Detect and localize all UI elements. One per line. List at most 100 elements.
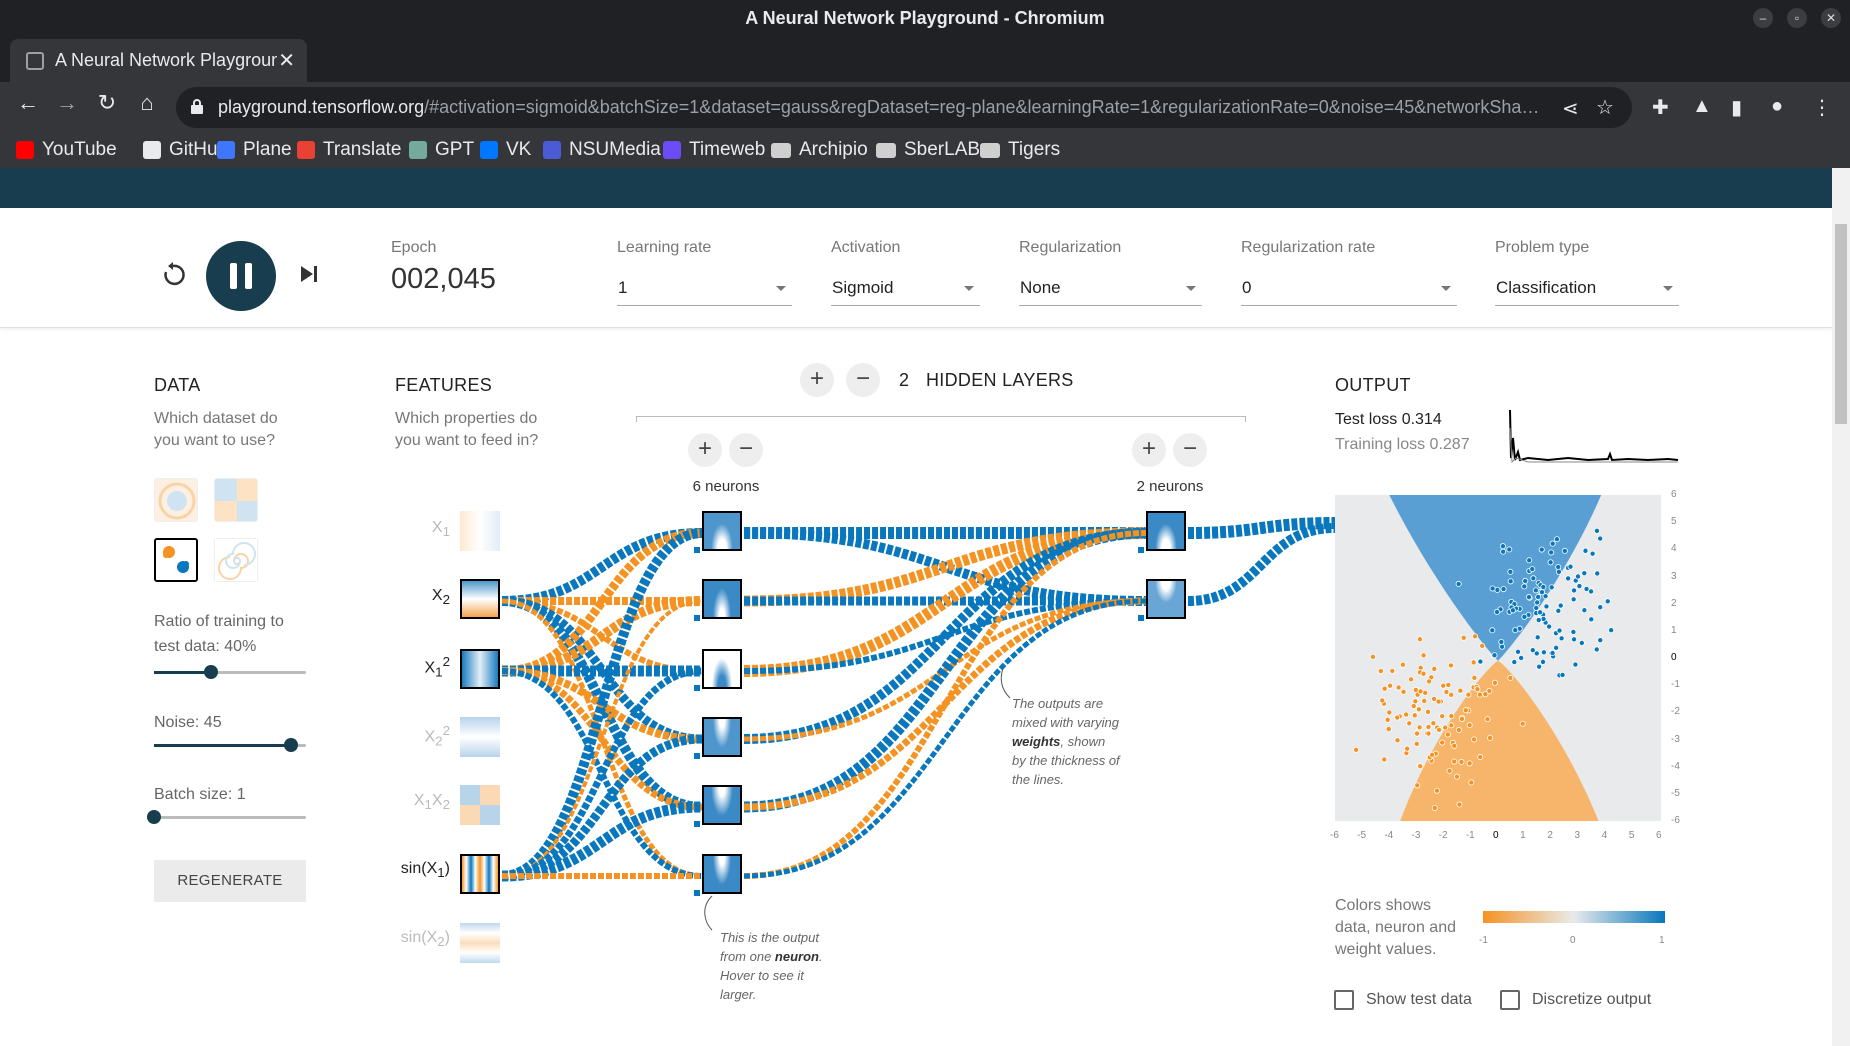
data-point-blue — [1597, 535, 1604, 542]
browser-tab[interactable]: A Neural Network Playground ✕ — [10, 39, 307, 82]
menu-kebab-icon[interactable]: ⋮ — [1812, 95, 1832, 120]
bias-marker — [1138, 547, 1144, 553]
remove-layer-button[interactable]: − — [846, 363, 880, 397]
maximize-icon[interactable]: ▫ — [1787, 8, 1807, 28]
data-point-orange — [1440, 682, 1447, 689]
page-scrollbar[interactable] — [1832, 168, 1850, 1046]
discretize-output-label: Discretize output — [1532, 991, 1652, 1008]
data-point-orange — [1462, 707, 1469, 714]
bookmark-star-icon[interactable]: ☆ — [1596, 95, 1614, 120]
data-point-blue — [1574, 573, 1581, 580]
neuron-1-4[interactable] — [702, 717, 742, 757]
y-tick-label: 1 — [1671, 624, 1677, 636]
gpt-icon — [409, 141, 427, 159]
neuron-1-5[interactable] — [702, 785, 742, 825]
bookmark-archipio[interactable]: Archipio — [771, 139, 868, 161]
data-point-blue — [1578, 639, 1585, 646]
data-point-blue — [1534, 634, 1541, 641]
labs-icon[interactable]: ▲ — [1692, 95, 1712, 118]
data-point-blue — [1507, 568, 1514, 575]
neuron-1-1[interactable] — [702, 511, 742, 551]
bookmark-plane[interactable]: Plane — [217, 139, 292, 161]
neuron-1-6[interactable] — [702, 854, 742, 894]
bias-marker — [694, 685, 700, 691]
checkbox-icon[interactable] — [1334, 990, 1354, 1010]
data-point-blue — [1581, 570, 1588, 577]
data-point-blue — [1581, 607, 1588, 614]
tab-close-icon[interactable]: ✕ — [278, 48, 295, 73]
bookmark-timeweb[interactable]: Timeweb — [663, 139, 765, 161]
weight-link-31[interactable] — [1187, 523, 1336, 606]
neuron-2-2[interactable] — [1146, 579, 1186, 619]
add-neuron-layer1-button[interactable]: + — [688, 433, 722, 467]
data-point-orange — [1400, 688, 1407, 695]
remove-neuron-layer2-button[interactable]: − — [1173, 433, 1207, 467]
x-tick-label: 0 — [1493, 830, 1499, 841]
share-icon[interactable]: ⋖ — [1562, 96, 1579, 121]
remove-neuron-layer1-button[interactable]: − — [729, 433, 763, 467]
feature-x1-squared[interactable] — [460, 649, 500, 689]
discretize-output-checkbox[interactable]: Discretize output — [1500, 990, 1651, 1010]
youtube-icon — [16, 141, 34, 159]
feature-x1x2[interactable] — [460, 785, 500, 825]
data-point-blue — [1477, 658, 1484, 665]
feature-sin-x1[interactable] — [460, 854, 500, 894]
bookmark-youtube[interactable]: YouTube — [16, 139, 117, 161]
bookmark-label: Plane — [243, 139, 292, 160]
data-point-blue — [1534, 599, 1541, 606]
url-text[interactable]: playground.tensorflow.org/#activation=si… — [218, 97, 1548, 118]
feature-x2-squared[interactable] — [460, 717, 500, 757]
address-bar[interactable]: playground.tensorflow.org/#activation=si… — [176, 87, 1632, 128]
data-point-orange — [1446, 767, 1453, 774]
data-point-orange — [1386, 709, 1393, 716]
data-point-orange — [1442, 724, 1449, 731]
data-point-orange — [1406, 720, 1413, 727]
data-point-orange — [1443, 688, 1450, 695]
bookmark-vk[interactable]: VK — [480, 139, 531, 161]
close-window-icon[interactable]: ✕ — [1821, 8, 1841, 28]
scrollbar-thumb[interactable] — [1835, 224, 1847, 424]
extensions-icon[interactable]: ✚ — [1652, 95, 1669, 120]
bookmark-gpt[interactable]: GPT — [409, 139, 474, 161]
data-point-blue — [1588, 616, 1595, 623]
color-legend-bar — [1483, 911, 1665, 923]
data-point-orange — [1399, 661, 1406, 668]
add-neuron-layer2-button[interactable]: + — [1132, 433, 1166, 467]
forward-icon[interactable]: → — [52, 90, 82, 116]
data-point-blue — [1543, 603, 1550, 610]
feature-sin-x2[interactable] — [460, 923, 500, 963]
bookmark-github[interactable]: GitHub — [143, 139, 228, 161]
data-point-blue — [1548, 549, 1555, 556]
back-icon[interactable]: ← — [13, 90, 43, 116]
neuron-1-3[interactable] — [702, 649, 742, 689]
show-test-data-checkbox[interactable]: Show test data — [1334, 990, 1472, 1010]
data-point-orange — [1487, 734, 1494, 741]
checkbox-icon[interactable] — [1500, 990, 1520, 1010]
add-layer-button[interactable]: + — [800, 363, 834, 397]
data-point-orange — [1416, 724, 1423, 731]
weight-link-12[interactable] — [501, 528, 703, 881]
reload-icon[interactable]: ↻ — [92, 90, 122, 116]
data-point-orange — [1439, 739, 1446, 746]
data-point-orange — [1466, 722, 1473, 729]
profile-icon[interactable]: ● — [1771, 95, 1783, 118]
home-icon[interactable]: ⌂ — [132, 90, 162, 116]
feature-x2[interactable] — [460, 579, 500, 619]
bookmark-translate[interactable]: Translate — [297, 139, 402, 161]
data-point-orange — [1426, 678, 1433, 685]
side-panel-icon[interactable]: ▮ — [1731, 95, 1742, 120]
data-point-orange — [1420, 652, 1427, 659]
neuron-1-2[interactable] — [702, 579, 742, 619]
bookmark-tigers[interactable]: Tigers — [980, 139, 1060, 161]
y-tick-label: -2 — [1671, 706, 1680, 718]
data-point-blue — [1589, 550, 1596, 557]
tab-title: A Neural Network Playground — [55, 50, 277, 70]
data-point-blue — [1604, 598, 1611, 605]
minimize-icon[interactable]: – — [1753, 8, 1773, 28]
bookmark-sberlab[interactable]: SberLAB — [876, 139, 980, 161]
data-point-blue — [1493, 608, 1500, 615]
feature-x1[interactable] — [460, 511, 500, 551]
bookmark-nsumedia[interactable]: NSUMedia — [543, 139, 661, 161]
output-heatmap — [1335, 495, 1661, 821]
neuron-2-1[interactable] — [1146, 511, 1186, 551]
